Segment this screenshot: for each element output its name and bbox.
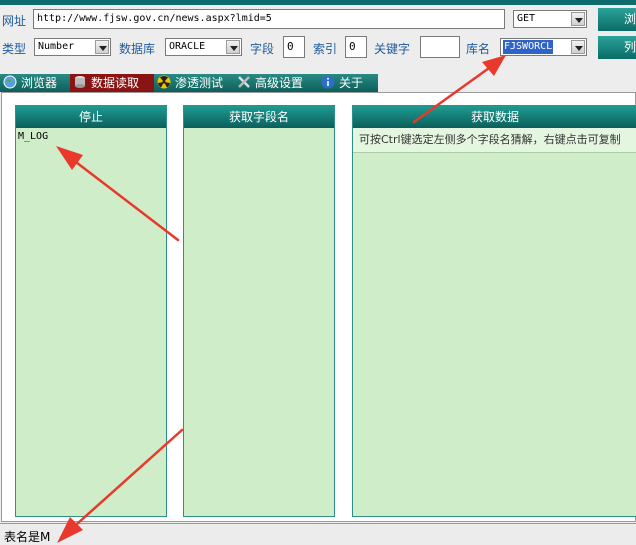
data-column: 获取数据 可按Ctrl键选定左侧多个字段名猜解，右键点击可复制: [352, 105, 636, 517]
annotation-arrowhead: [482, 55, 506, 76]
tab-label: 关于: [339, 76, 364, 90]
type-select-value: Number: [38, 41, 75, 52]
tab-browser[interactable]: 浏览器: [0, 74, 70, 92]
dbname-label: 库名: [466, 42, 491, 56]
type-label: 类型: [2, 42, 27, 56]
stop-button[interactable]: 停止: [16, 106, 166, 128]
field-label: 字段: [250, 42, 275, 56]
method-select[interactable]: GET: [513, 10, 587, 28]
list-item[interactable]: M_LOG: [16, 128, 166, 145]
list-button[interactable]: 列: [598, 36, 636, 59]
tab-data-read[interactable]: 数据读取: [70, 74, 154, 92]
db-select[interactable]: ORACLE: [165, 38, 242, 56]
chevron-down-icon[interactable]: [95, 40, 109, 54]
status-text: 表名是M: [4, 530, 51, 544]
type-select[interactable]: Number: [34, 38, 111, 56]
tab-pentest[interactable]: 渗透测试: [154, 74, 234, 92]
tab-about[interactable]: 关于: [318, 74, 378, 92]
keyword-input[interactable]: [420, 36, 460, 58]
tab-advanced[interactable]: 高级设置: [234, 74, 318, 92]
tab-label: 数据读取: [91, 76, 140, 90]
status-bar: 表名是M: [0, 523, 636, 545]
fields-list[interactable]: [184, 128, 334, 516]
chevron-down-icon[interactable]: [571, 40, 585, 54]
database-icon: [75, 76, 85, 88]
url-input[interactable]: http://www.fjsw.gov.cn/news.aspx?lmid=5: [33, 9, 505, 29]
get-data-button[interactable]: 获取数据: [353, 106, 636, 128]
globe-icon: [3, 75, 17, 89]
index-label: 索引: [313, 42, 338, 56]
tab-label: 浏览器: [21, 76, 58, 90]
title-bar-strip: [0, 0, 636, 5]
get-fields-button[interactable]: 获取字段名: [184, 106, 334, 128]
index-input[interactable]: 0: [345, 36, 367, 58]
tables-list[interactable]: M_LOG: [16, 128, 166, 516]
keyword-label: 关键字: [374, 42, 411, 56]
db-select-value: ORACLE: [169, 41, 206, 52]
method-select-value: GET: [517, 13, 536, 24]
dbname-select-value: FJSWORCL: [503, 40, 554, 54]
tab-label: 渗透测试: [175, 76, 224, 90]
data-grid[interactable]: 可按Ctrl键选定左侧多个字段名猜解，右键点击可复制: [353, 128, 636, 516]
field-input[interactable]: 0: [283, 36, 305, 58]
radiation-icon: [157, 75, 171, 89]
browse-button[interactable]: 浏: [598, 8, 636, 31]
tables-column: 停止 M_LOG: [15, 105, 167, 517]
tab-label: 高级设置: [255, 76, 304, 90]
url-label: 网址: [2, 14, 27, 28]
info-icon: [321, 75, 335, 89]
chevron-down-icon[interactable]: [226, 40, 240, 54]
data-hint: 可按Ctrl键选定左侧多个字段名猜解，右键点击可复制: [353, 128, 636, 153]
db-label: 数据库: [119, 42, 156, 56]
tools-icon: [238, 76, 250, 88]
chevron-down-icon[interactable]: [571, 12, 585, 26]
fields-column: 获取字段名: [183, 105, 335, 517]
dbname-select[interactable]: FJSWORCL: [500, 38, 587, 56]
